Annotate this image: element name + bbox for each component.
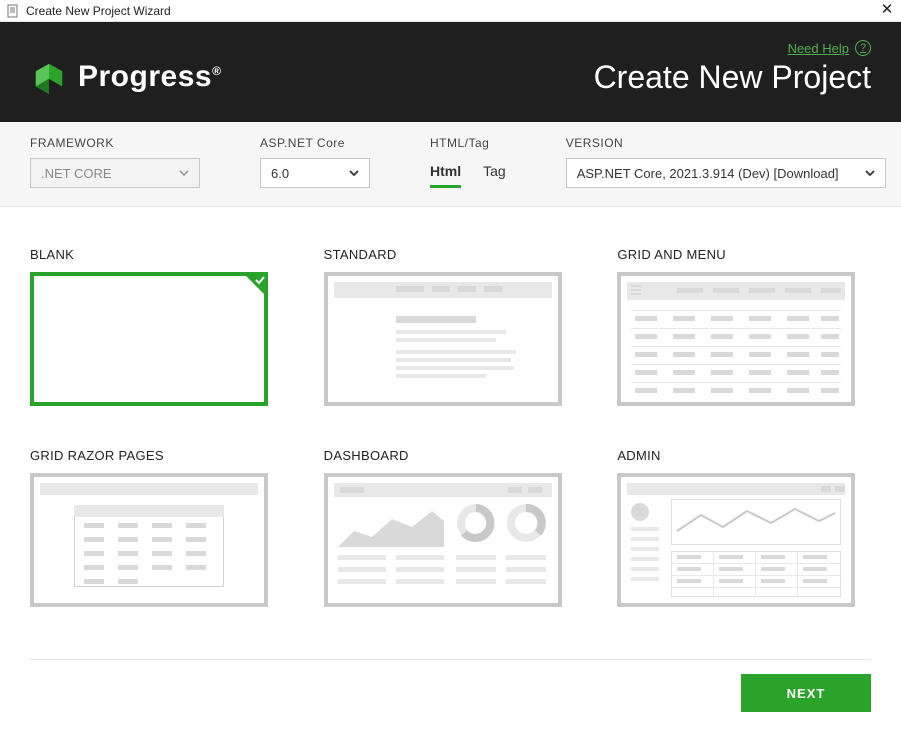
progress-logo-icon xyxy=(30,58,68,96)
aspnetcore-select[interactable]: 6.0 xyxy=(260,158,370,188)
framework-label: FRAMEWORK xyxy=(30,136,200,150)
template-admin[interactable]: ADMIN xyxy=(617,448,871,607)
version-select[interactable]: ASP.NET Core, 2021.3.914 (Dev) [Download… xyxy=(566,158,886,188)
header: Need Help ? Progress® Create New Project xyxy=(0,22,901,122)
brand-name: Progress® xyxy=(78,60,221,94)
need-help-label: Need Help xyxy=(788,41,849,56)
document-icon xyxy=(6,4,20,18)
framework-select: .NET CORE xyxy=(30,158,200,188)
footer: NEXT xyxy=(30,659,871,712)
template-thumbnail xyxy=(324,473,562,607)
brand-logo: Progress® xyxy=(30,58,221,96)
framework-value: .NET CORE xyxy=(41,166,112,181)
version-label: VERSION xyxy=(566,136,886,150)
template-label: ADMIN xyxy=(617,448,871,463)
template-standard[interactable]: STANDARD xyxy=(324,247,578,406)
template-thumbnail xyxy=(617,272,855,406)
close-icon[interactable]: ✕ xyxy=(879,3,895,19)
titlebar: Create New Project Wizard ✕ xyxy=(0,0,901,22)
template-thumbnail xyxy=(30,272,268,406)
template-grid-razor-pages[interactable]: GRID RAZOR PAGES xyxy=(30,448,284,607)
aspnetcore-label: ASP.NET Core xyxy=(260,136,370,150)
next-button[interactable]: NEXT xyxy=(741,674,871,712)
template-blank[interactable]: BLANK xyxy=(30,247,284,406)
tab-tag[interactable]: Tag xyxy=(483,163,506,188)
options-bar: FRAMEWORK .NET CORE ASP.NET Core 6.0 HTM… xyxy=(0,122,901,207)
chevron-down-icon xyxy=(347,166,361,180)
template-thumbnail xyxy=(617,473,855,607)
template-label: BLANK xyxy=(30,247,284,262)
version-value: ASP.NET Core, 2021.3.914 (Dev) [Download… xyxy=(577,166,839,181)
window-title: Create New Project Wizard xyxy=(26,4,171,18)
need-help-link[interactable]: Need Help ? xyxy=(788,40,871,56)
template-label: GRID RAZOR PAGES xyxy=(30,448,284,463)
htmltag-label: HTML/Tag xyxy=(430,136,506,150)
chevron-down-icon xyxy=(177,166,191,180)
template-grid-and-menu[interactable]: GRID AND MENU xyxy=(617,247,871,406)
template-dashboard[interactable]: DASHBOARD xyxy=(324,448,578,607)
templates-grid: BLANK STANDARD GRID AND MENU xyxy=(0,207,901,617)
template-thumbnail xyxy=(30,473,268,607)
template-label: STANDARD xyxy=(324,247,578,262)
template-label: DASHBOARD xyxy=(324,448,578,463)
template-thumbnail xyxy=(324,272,562,406)
tab-html[interactable]: Html xyxy=(430,163,461,188)
chevron-down-icon xyxy=(863,166,877,180)
check-icon xyxy=(242,272,268,298)
template-label: GRID AND MENU xyxy=(617,247,871,262)
page-title: Create New Project xyxy=(594,59,871,96)
help-icon: ? xyxy=(855,40,871,56)
aspnetcore-value: 6.0 xyxy=(271,166,289,181)
